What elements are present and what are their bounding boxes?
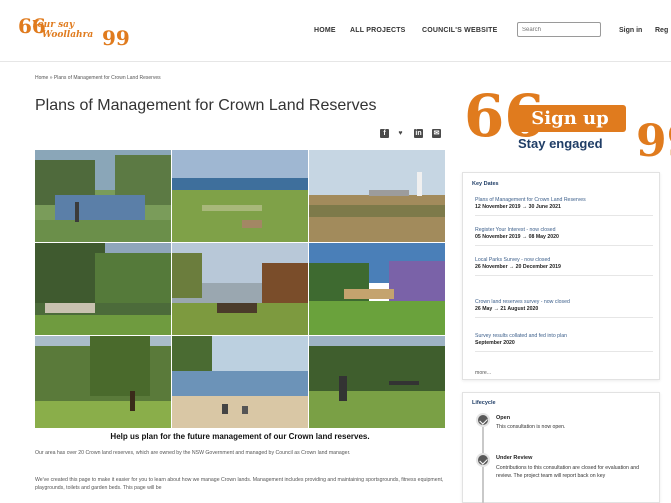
photo-picnic-park [35,243,171,335]
sign-in-link[interactable]: Sign in [619,27,642,34]
key-date-label: Plans of Management for Crown Land Reser… [475,197,586,203]
lifecycle-heading: Lifecycle [472,400,496,406]
logo-line-1: Your say [32,20,75,30]
breadcrumb[interactable]: Home » Plans of Management for Crown Lan… [35,75,161,81]
photo-beach-bay [172,336,308,428]
key-date-item[interactable]: Register Your Interest - now closed 05 N… [475,227,653,246]
nav-councils-website-link[interactable]: COUNCIL'S WEBSITE [422,27,497,34]
key-date-range: 26 May → 21 August 2020 [475,306,539,312]
check-icon [476,413,490,427]
key-date-range: September 2020 [475,340,515,346]
callout-heading: Help us plan for the future management o… [110,432,370,441]
search-input[interactable] [517,22,601,37]
key-date-label: Survey results collated and fed into pla… [475,333,567,339]
nav-all-projects-link[interactable]: ALL PROJECTS [350,27,406,34]
stay-engaged-tagline: Stay engaged [518,136,603,151]
intro-paragraph-1: Our area has over 20 Crown land reserves… [35,450,351,456]
logo-line-2: Woollahra [42,30,94,40]
key-dates-heading: Key Dates [472,181,499,187]
photo-harbour-headland [172,150,308,242]
lifecycle-stage-text: Contributions to this consultation are c… [496,465,640,479]
photo-tree-lawn [35,336,171,428]
twitter-icon[interactable]: ♥ [396,129,405,138]
linkedin-icon[interactable]: in [414,129,423,138]
reserves-photo-mosaic [35,150,445,428]
key-date-item[interactable]: Plans of Management for Crown Land Reser… [475,197,653,216]
photo-bench-waterfront [172,243,308,335]
register-link[interactable]: Reg [655,27,668,34]
photo-jacaranda-oval [309,243,445,335]
email-icon[interactable]: ✉ [432,129,441,138]
check-icon [476,453,490,467]
facebook-icon[interactable]: f [380,129,389,138]
key-date-item[interactable]: Local Parks Survey - now closed 26 Novem… [475,257,653,276]
sign-up-button[interactable]: Sign up [514,105,626,132]
photo-fitness-park [309,336,445,428]
key-date-label: Crown land reserves survey - now closed [475,299,570,305]
key-date-label: Local Parks Survey - now closed [475,257,551,263]
sign-up-banner[interactable]: 66 Sign up Stay engaged 99 [464,87,671,167]
intro-paragraph-2: We've created this page to make it easie… [35,477,444,491]
lifecycle-stage-title: Under Review [496,455,533,461]
key-date-range: 12 November 2019 → 30 June 2021 [475,204,561,210]
lifecycle-panel: Lifecycle Open This consultation is now … [462,392,660,503]
key-date-range: 26 November → 20 December 2019 [475,264,561,270]
photo-lighthouse-field [309,150,445,242]
lifecycle-stage-title: Open [496,415,511,421]
key-date-range: 05 November 2019 → 08 May 2020 [475,234,559,240]
key-date-label: Register Your Interest - now closed [475,227,556,233]
lifecycle-stage-text: This consultation is now open. [496,424,566,430]
page-title: Plans of Management for Crown Land Reser… [35,97,377,114]
key-dates-panel: Key Dates Plans of Management for Crown … [462,172,660,380]
key-date-item[interactable]: Crown land reserves survey - now closed … [475,299,653,318]
top-navigation-bar: 66 Your say Woollahra 99 HOME ALL PROJEC… [0,0,671,62]
key-date-item[interactable]: Survey results collated and fed into pla… [475,333,653,352]
key-dates-more-link[interactable]: more... [475,361,653,383]
your-say-woollahra-logo[interactable]: 66 Your say Woollahra 99 [18,16,130,48]
logo-close-quote: 99 [102,26,130,50]
more-link-label: more... [475,370,492,376]
nav-home-link[interactable]: HOME [314,27,336,34]
sign-up-close-quote: 99 [636,116,671,167]
photo-playground [35,150,171,242]
